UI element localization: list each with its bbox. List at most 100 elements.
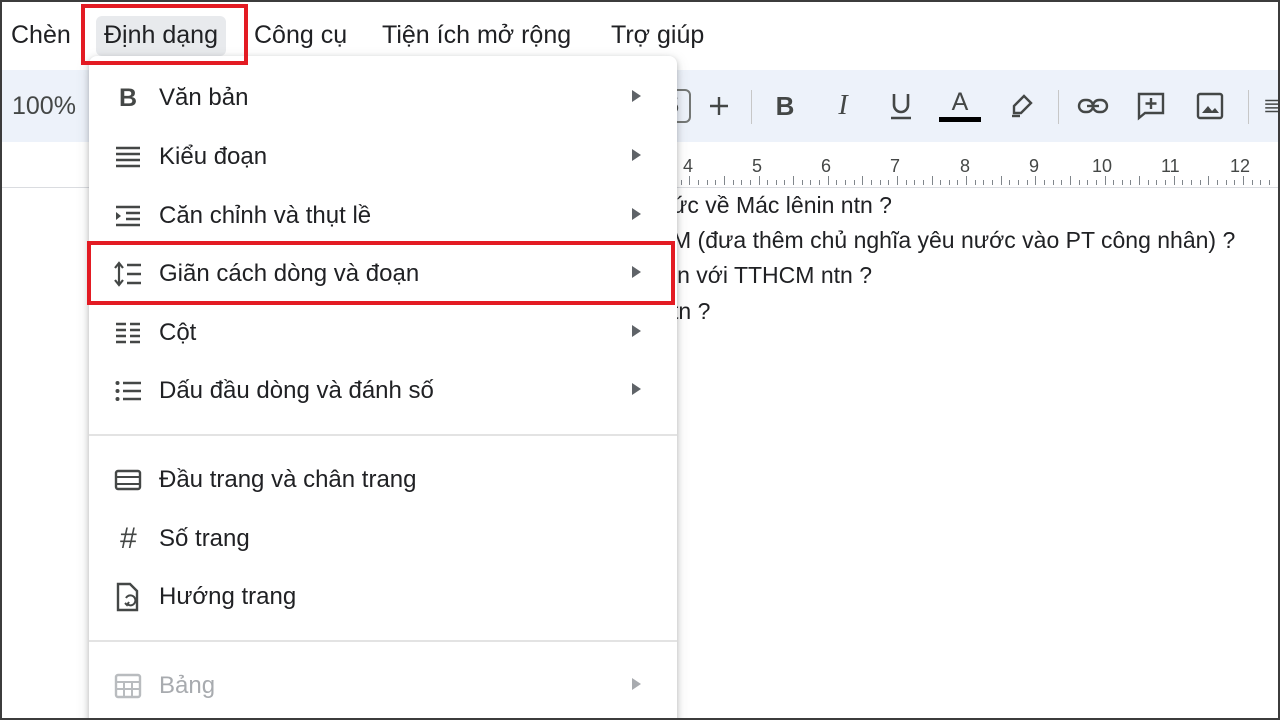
menu-item-label: Kiểu đoạn xyxy=(159,143,268,170)
menu-item-header-footer[interactable]: Đầu trang và chân trang xyxy=(89,451,677,509)
ruler-number: 4 xyxy=(683,156,694,176)
ruler-tick xyxy=(749,180,751,185)
ruler-tick xyxy=(1173,176,1175,185)
menu-divider xyxy=(89,640,677,642)
ruler-tick xyxy=(905,180,907,185)
menu-item-label: Số trang xyxy=(159,525,250,552)
ruler-tick xyxy=(1165,180,1167,185)
align-icon[interactable] xyxy=(1264,88,1280,124)
ruler-tick xyxy=(715,180,717,185)
bulleted-list-icon xyxy=(113,376,143,406)
columns-icon xyxy=(113,318,143,348)
ruler-tick xyxy=(784,180,786,185)
menu-format[interactable]: Định dạng xyxy=(96,16,226,56)
italic-icon[interactable]: I xyxy=(828,88,858,124)
ruler-tick xyxy=(1043,180,1045,185)
submenu-arrow-icon xyxy=(632,266,641,278)
menu-item-paragraph-style[interactable]: Kiểu đoạn xyxy=(89,128,677,186)
highlight-icon[interactable] xyxy=(1006,88,1036,124)
ruler-tick xyxy=(1216,180,1218,185)
hash-icon: # xyxy=(119,522,137,555)
ruler-tick xyxy=(888,180,890,185)
ruler-tick xyxy=(1260,180,1262,185)
add-comment-icon[interactable] xyxy=(1134,88,1168,124)
ruler-tick xyxy=(1147,180,1149,185)
submenu-arrow-icon xyxy=(632,149,641,161)
ruler-tick xyxy=(1130,180,1132,185)
menu-tools[interactable]: Công cụ xyxy=(254,20,347,50)
doc-line: in với TTHCM ntn ? xyxy=(672,262,872,288)
menu-item-align-indent[interactable]: Căn chỉnh và thụt lề xyxy=(89,187,677,245)
ruler-tick xyxy=(1052,180,1054,185)
ruler-tick xyxy=(870,180,872,185)
toolbar-divider xyxy=(1248,90,1249,124)
menu-item-label: Giãn cách dòng và đoạn xyxy=(159,260,420,287)
doc-line: tn ? xyxy=(672,298,711,324)
ruler-tick xyxy=(1069,176,1071,185)
ruler-number: 7 xyxy=(890,156,901,176)
ruler-tick xyxy=(1121,180,1123,185)
ruler-tick xyxy=(819,180,821,185)
ruler-tick xyxy=(1268,180,1270,185)
ruler-tick xyxy=(1078,180,1080,185)
menu-insert[interactable]: Chèn xyxy=(11,20,71,50)
ruler-tick xyxy=(758,176,760,185)
zoom-select[interactable]: 100% xyxy=(12,92,76,121)
ruler-tick xyxy=(940,180,942,185)
ruler-tick xyxy=(1225,180,1227,185)
ruler-tick xyxy=(1026,180,1028,185)
header-footer-icon xyxy=(113,465,143,495)
menu-extensions[interactable]: Tiện ích mở rộng xyxy=(382,20,571,50)
ruler-number: 11 xyxy=(1161,156,1180,176)
ruler-tick xyxy=(1095,180,1097,185)
ruler-tick xyxy=(1242,176,1244,185)
submenu-arrow-icon xyxy=(632,208,641,220)
ruler-tick xyxy=(1087,180,1089,185)
ruler-tick xyxy=(741,180,743,185)
ruler-tick xyxy=(1061,180,1063,185)
menu-item-bullets-numbering[interactable]: Dấu đầu dòng và đánh số xyxy=(89,362,677,420)
menu-item-columns[interactable]: Cột xyxy=(89,304,677,362)
toolbar-divider xyxy=(1058,90,1059,124)
ruler-tick xyxy=(966,176,968,185)
menu-help[interactable]: Trợ giúp xyxy=(611,20,704,50)
insert-image-icon[interactable] xyxy=(1194,88,1226,124)
ruler-tick xyxy=(1104,176,1106,185)
menu-item-line-spacing[interactable]: Giãn cách dòng và đoạn xyxy=(89,245,677,303)
ruler-tick xyxy=(697,180,699,185)
ruler-tick xyxy=(1009,180,1011,185)
ruler-tick xyxy=(836,180,838,185)
menu-item-text[interactable]: B Văn bản xyxy=(89,69,677,127)
ruler-tick xyxy=(801,180,803,185)
submenu-arrow-icon xyxy=(632,90,641,102)
bold-icon[interactable]: B xyxy=(770,88,800,124)
ruler-number: 5 xyxy=(752,156,763,176)
ruler-tick xyxy=(974,180,976,185)
text-color-icon[interactable]: A xyxy=(938,88,982,124)
menu-item-page-orientation[interactable]: Hướng trang xyxy=(89,568,677,626)
menu-divider xyxy=(89,434,677,436)
menu-item-table: Bảng xyxy=(89,657,677,715)
ruler-tick xyxy=(827,176,829,185)
ruler-tick xyxy=(1139,176,1141,185)
ruler-number: 10 xyxy=(1092,156,1113,176)
toolbar-divider xyxy=(751,90,752,124)
ruler-tick xyxy=(775,180,777,185)
ruler-tick xyxy=(992,180,994,185)
ruler-tick xyxy=(767,180,769,185)
ruler-number: 6 xyxy=(821,156,832,176)
submenu-arrow-icon xyxy=(632,678,641,690)
indent-icon xyxy=(113,201,143,231)
ruler-tick xyxy=(853,180,855,185)
text-color-swatch xyxy=(939,117,981,122)
submenu-arrow-icon xyxy=(632,383,641,395)
ruler-tick xyxy=(896,176,898,185)
plus-icon[interactable] xyxy=(704,88,734,124)
ruler-tick xyxy=(948,180,950,185)
link-icon[interactable] xyxy=(1076,88,1110,124)
menu-item-page-numbers[interactable]: # Số trang xyxy=(89,510,677,568)
underline-icon[interactable] xyxy=(886,88,916,124)
menu-item-label: Đầu trang và chân trang xyxy=(159,466,417,493)
ruler-tick xyxy=(1251,180,1253,185)
ruler-tick xyxy=(1156,180,1158,185)
